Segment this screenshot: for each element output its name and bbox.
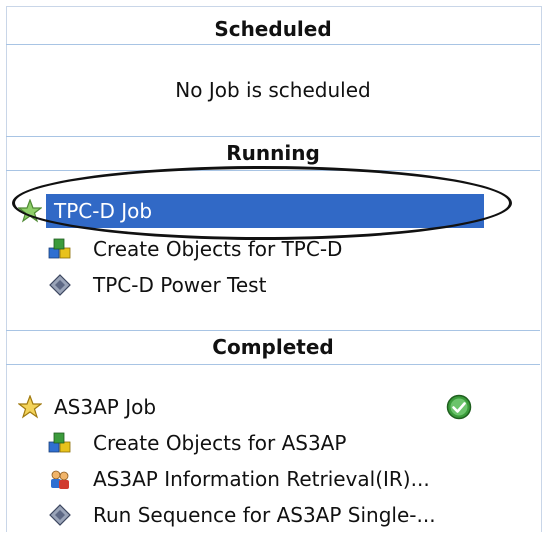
- completed-task-run-sequence[interactable]: Run Sequence for AS3AP Single-...: [48, 500, 468, 530]
- running-job-label: TPC-D Job: [54, 199, 153, 223]
- job-star-icon: [17, 198, 43, 223]
- section-divider: [6, 44, 540, 45]
- completed-task-label: Create Objects for AS3AP: [93, 431, 347, 455]
- completed-task-create-objects[interactable]: Create Objects for AS3AP: [48, 428, 428, 458]
- success-check-icon: [446, 394, 472, 420]
- users-icon: [48, 467, 72, 491]
- completed-task-label: Run Sequence for AS3AP Single-...: [93, 503, 436, 527]
- create-objects-icon: [48, 237, 72, 261]
- job-star-icon: [17, 394, 43, 419]
- running-job-tpc-d[interactable]: TPC-D Job: [17, 196, 488, 226]
- running-task-label: TPC-D Power Test: [93, 273, 267, 297]
- power-test-icon: [48, 273, 72, 297]
- scheduled-empty-message: No Job is scheduled: [175, 78, 371, 102]
- running-task-label: Create Objects for TPC-D: [93, 237, 343, 261]
- section-divider: [6, 364, 540, 365]
- power-test-icon: [48, 503, 72, 527]
- running-task-create-objects[interactable]: Create Objects for TPC-D: [48, 234, 408, 264]
- section-header-completed: Completed: [212, 335, 334, 359]
- section-divider: [6, 136, 540, 137]
- section-header-scheduled: Scheduled: [214, 17, 332, 41]
- section-divider: [6, 330, 540, 331]
- completed-task-label: AS3AP Information Retrieval(IR)...: [93, 467, 430, 491]
- completed-task-information-retrieval[interactable]: AS3AP Information Retrieval(IR)...: [48, 464, 468, 494]
- section-divider: [6, 170, 540, 171]
- completed-job-as3ap[interactable]: AS3AP Job: [17, 392, 458, 422]
- section-header-running: Running: [226, 141, 320, 165]
- create-objects-icon: [48, 431, 72, 455]
- completed-job-label: AS3AP Job: [54, 395, 157, 419]
- running-task-power-test[interactable]: TPC-D Power Test: [48, 270, 408, 300]
